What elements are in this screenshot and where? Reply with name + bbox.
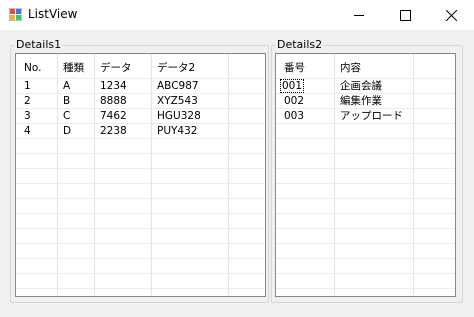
row-divider (16, 183, 265, 184)
details2-header: 番号 内容 (276, 59, 455, 77)
row-divider (276, 258, 455, 259)
cell-content: 編集作業 (340, 95, 382, 107)
details2-label: Details2 (275, 38, 325, 51)
column-header-data[interactable]: データ (94, 59, 132, 77)
cell-data: 2238 (100, 125, 127, 137)
row-divider (16, 168, 265, 169)
row-divider (276, 213, 455, 214)
row-divider (276, 228, 455, 229)
minimize-icon (353, 14, 364, 16)
cell-number: 001 (280, 79, 305, 93)
row-divider (16, 243, 265, 244)
row-divider (276, 138, 455, 139)
maximize-button[interactable] (382, 0, 428, 30)
row-divider (16, 258, 265, 259)
close-button[interactable] (428, 0, 474, 30)
row-divider (16, 288, 265, 289)
cell-data2: XYZ543 (157, 95, 198, 107)
cell-data: 7462 (100, 110, 127, 122)
column-header-no[interactable]: No. (18, 59, 41, 77)
row-divider (16, 228, 265, 229)
cell-data2: HGU328 (157, 110, 201, 122)
cell-no: 3 (24, 110, 31, 122)
cell-kind: D (63, 125, 72, 137)
row-divider (276, 183, 455, 184)
table-row[interactable]: 1 A 1234 ABC987 (16, 79, 265, 94)
row-divider (276, 198, 455, 199)
table-row[interactable]: 002 編集作業 (276, 94, 455, 109)
cell-no: 2 (24, 95, 31, 107)
table-row[interactable]: 003 アップロード (276, 109, 455, 124)
column-header-number[interactable]: 番号 (278, 59, 305, 77)
minimize-button[interactable] (336, 0, 382, 30)
window-title: ListView (28, 7, 78, 21)
app-window: ListView Details1 No. 種類 データ データ2 1 A 12… (0, 0, 474, 317)
cell-content: 企画会議 (340, 80, 382, 92)
cell-number: 003 (284, 110, 305, 122)
row-divider (276, 273, 455, 274)
table-row[interactable]: 3 C 7462 HGU328 (16, 109, 265, 124)
title-bar[interactable]: ListView (0, 0, 474, 30)
details1-listview[interactable]: No. 種類 データ データ2 1 A 1234 ABC987 2 B 8888… (15, 53, 266, 297)
cell-data2: PUY432 (157, 125, 198, 137)
column-header-data2[interactable]: データ2 (151, 59, 195, 77)
table-row[interactable]: 4 D 2238 PUY432 (16, 124, 265, 139)
details2-listview[interactable]: 番号 内容 001 企画会議 002 編集作業 003 アップロード (275, 53, 456, 297)
details1-label: Details1 (14, 38, 64, 51)
table-row[interactable]: 001 企画会議 (276, 79, 455, 94)
cell-number: 002 (284, 95, 305, 107)
cell-data: 8888 (100, 95, 127, 107)
cell-no: 4 (24, 125, 31, 137)
cell-kind: C (63, 110, 71, 122)
cell-no: 1 (24, 80, 31, 92)
cell-data: 1234 (100, 80, 127, 92)
close-icon (445, 9, 457, 21)
app-icon (9, 8, 22, 21)
table-row[interactable]: 2 B 8888 XYZ543 (16, 94, 265, 109)
cell-kind: B (63, 95, 71, 107)
row-divider (16, 213, 265, 214)
details1-header: No. 種類 データ データ2 (16, 59, 265, 77)
row-divider (276, 288, 455, 289)
row-divider (276, 168, 455, 169)
column-header-kind[interactable]: 種類 (57, 59, 84, 77)
row-divider (16, 198, 265, 199)
column-header-content[interactable]: 内容 (334, 59, 361, 77)
cell-data2: ABC987 (157, 80, 199, 92)
row-divider (276, 153, 455, 154)
row-divider (16, 153, 265, 154)
cell-kind: A (63, 80, 71, 92)
row-divider (276, 243, 455, 244)
cell-content: アップロード (340, 110, 403, 122)
maximize-icon (399, 9, 411, 21)
row-divider (16, 273, 265, 274)
